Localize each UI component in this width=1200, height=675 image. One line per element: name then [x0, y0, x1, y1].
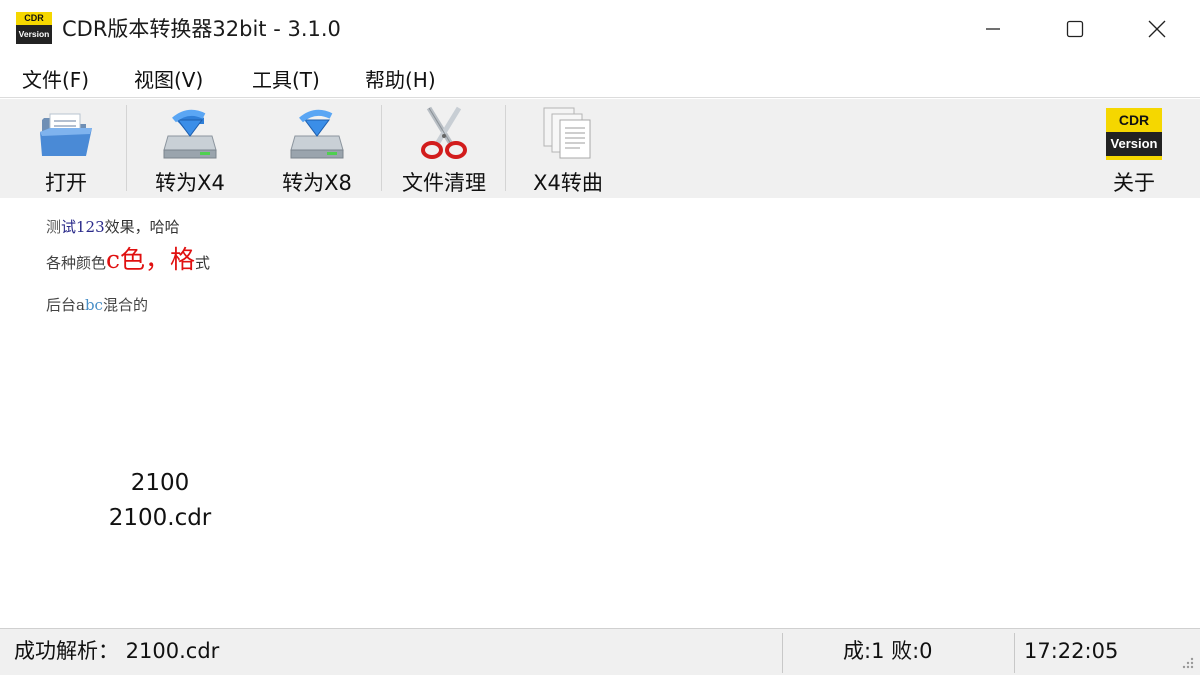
status-divider — [1014, 633, 1015, 673]
status-bar: 成功解析： 2100.cdr 成:1 败:0 17:22:05 — [0, 628, 1200, 675]
toolbar-separator — [505, 105, 506, 191]
file-preview: 测试123效果，哈哈 各种颜色c色，格式 后台abc混合的 — [46, 216, 286, 314]
file-clean-button[interactable]: 文件清理 — [388, 99, 500, 198]
app-logo-bottom: Version — [16, 25, 52, 44]
title-bar: CDR Version CDR版本转换器32bit - 3.1.0 — [0, 0, 1200, 58]
status-counts: 成:1 败:0 — [843, 639, 933, 663]
drive-download-icon — [160, 105, 220, 163]
status-divider — [782, 633, 783, 673]
file-name: 2100.cdr — [108, 505, 212, 531]
status-time: 17:22:05 — [1024, 639, 1119, 663]
app-logo-icon: CDR Version — [16, 12, 52, 44]
open-label: 打开 — [45, 171, 87, 195]
preview-text: 各种颜色 — [46, 254, 107, 272]
preview-line-1: 测试123效果，哈哈 — [46, 216, 180, 237]
about-logo-bottom: Version — [1106, 132, 1162, 156]
open-folder-icon — [38, 105, 94, 163]
preview-text-blue: bc — [84, 296, 103, 314]
file-title: 2100 — [130, 470, 190, 496]
preview-text-red: c色，格 — [106, 245, 196, 274]
preview-text: 混合的 — [102, 296, 148, 314]
preview-line-3: 后台abc混合的 — [46, 294, 148, 315]
drive-download-icon — [287, 105, 347, 163]
preview-text: 式 — [195, 254, 211, 272]
convert-x4-label: 转为X4 — [155, 171, 225, 195]
convert-x4-button[interactable]: 转为X4 — [134, 99, 246, 198]
about-button[interactable]: CDR Version 关于 — [1086, 99, 1182, 198]
maximize-icon — [1066, 20, 1084, 38]
menu-tools[interactable]: 工具(T) — [252, 64, 320, 93]
menu-help[interactable]: 帮助(H) — [365, 64, 436, 93]
x4-curve-button[interactable]: X4转曲 — [512, 99, 624, 198]
menu-file[interactable]: 文件(F) — [22, 64, 89, 93]
status-message: 成功解析： 2100.cdr — [14, 639, 220, 663]
toolbar-separator — [381, 105, 382, 191]
documents-icon — [540, 105, 596, 163]
open-button[interactable]: 打开 — [10, 99, 122, 198]
minimize-button[interactable] — [952, 0, 1034, 58]
menu-bar: 文件(F) 视图(V) 工具(T) 帮助(H) — [0, 58, 1200, 98]
toolbar-separator — [126, 105, 127, 191]
close-button[interactable] — [1116, 0, 1198, 58]
scissors-icon — [419, 105, 469, 163]
preview-text: 测 — [46, 218, 62, 236]
about-logo-top: CDR — [1106, 108, 1162, 132]
convert-x8-label: 转为X8 — [282, 171, 352, 195]
resize-grip-icon[interactable] — [1180, 655, 1194, 669]
preview-line-2: 各种颜色c色，格式 — [46, 240, 210, 276]
cdr-version-logo-icon: CDR Version — [1106, 105, 1162, 163]
preview-text: 效果，哈哈 — [104, 218, 180, 236]
menu-view[interactable]: 视图(V) — [134, 64, 203, 93]
file-list-area[interactable]: 测试123效果，哈哈 各种颜色c色，格式 后台abc混合的 2100 2100.… — [0, 198, 1200, 628]
preview-text: 试123 — [61, 218, 105, 236]
window-title: CDR版本转换器32bit - 3.1.0 — [62, 17, 341, 41]
toolbar: 打开 转为X4 转为X8 文件清理 X4转曲 CDR Version 关于 — [0, 99, 1200, 198]
close-icon — [1148, 20, 1166, 38]
file-item[interactable]: 2100 2100.cdr — [60, 466, 260, 536]
preview-text: 后台a — [46, 296, 85, 314]
convert-x8-button[interactable]: 转为X8 — [261, 99, 373, 198]
app-logo-top: CDR — [16, 12, 52, 25]
about-label: 关于 — [1113, 171, 1155, 195]
file-clean-label: 文件清理 — [402, 171, 486, 195]
minimize-icon — [986, 28, 1000, 30]
x4-curve-label: X4转曲 — [533, 171, 603, 195]
maximize-button[interactable] — [1034, 0, 1116, 58]
